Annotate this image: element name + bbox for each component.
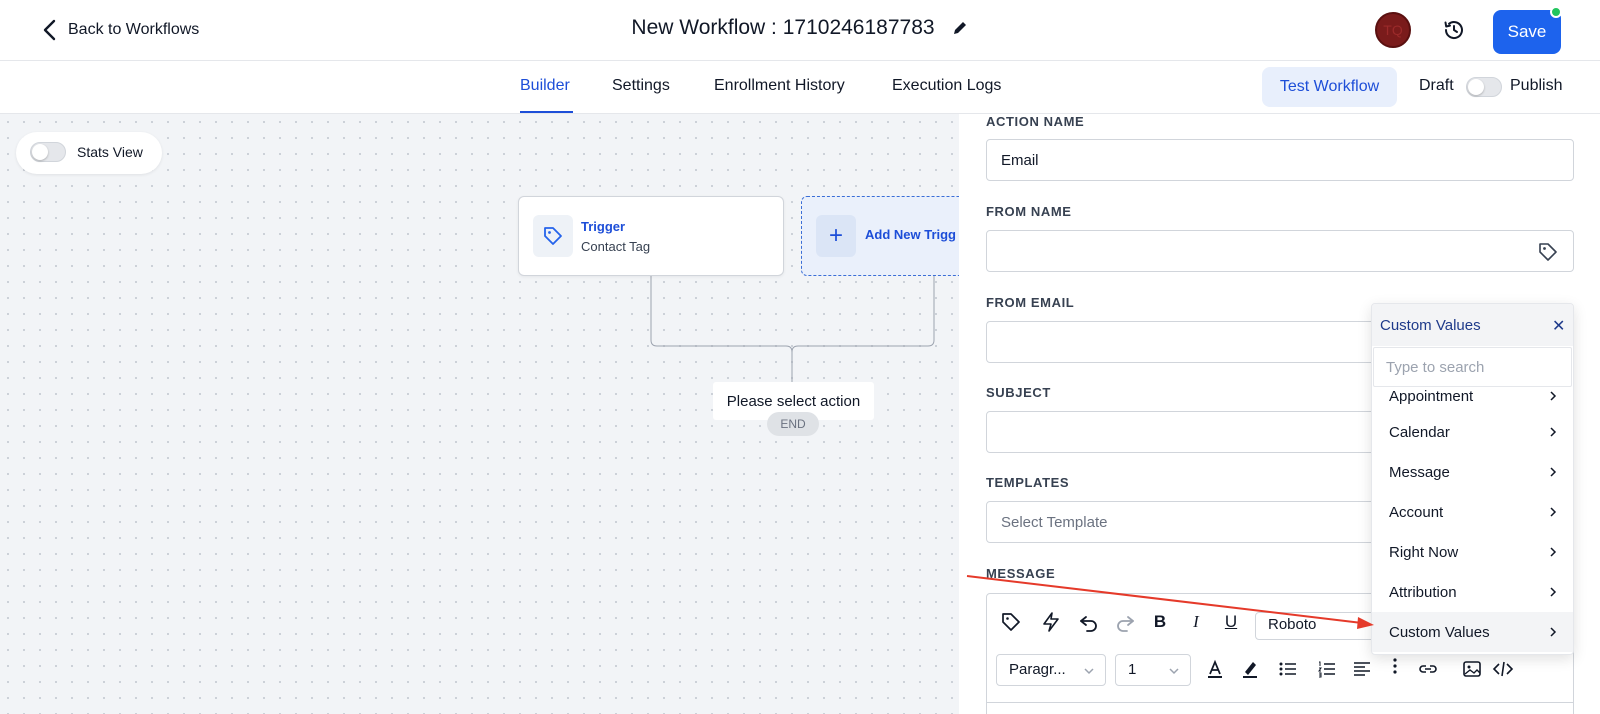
publish-toggle[interactable] [1466,77,1502,97]
history-clock-icon[interactable] [1442,18,1466,42]
avatar[interactable]: TQ [1375,12,1411,48]
tabs-bar: Builder Settings Enrollment History Exec… [0,61,1600,114]
templates-label: TEMPLATES [986,475,1070,490]
tab-settings[interactable]: Settings [612,77,670,95]
workflow-title: New Workflow : 1710246187783 [631,16,935,39]
bullet-list-icon[interactable] [1277,658,1299,680]
close-icon[interactable]: ✕ [1552,316,1565,336]
menu-item-label: Appointment [1389,387,1474,405]
subject-label: SUBJECT [986,385,1051,400]
pencil-icon[interactable] [951,19,969,37]
save-button[interactable]: Save [1493,10,1561,54]
chevron-right-icon [1550,427,1557,437]
workflow-title-area: New Workflow : 1710246187783 [0,16,1600,40]
chevron-right-icon [1550,507,1557,517]
chevron-right-icon [1550,547,1557,557]
from-name-label: FROM NAME [986,204,1072,219]
status-dot [1550,6,1562,18]
editor-divider [987,702,1573,703]
test-workflow-button[interactable]: Test Workflow [1262,67,1397,107]
align-left-icon[interactable] [1351,658,1373,680]
font-family-select[interactable]: Roboto [1255,612,1375,640]
back-to-workflows-link[interactable]: Back to Workflows [40,18,199,42]
add-new-trigger-label: Add New Trigg [865,227,956,242]
custom-values-item-right-now[interactable]: Right Now [1372,532,1573,572]
image-icon[interactable] [1461,658,1483,680]
lightning-icon[interactable] [1040,611,1062,633]
custom-values-item-attribution[interactable]: Attribution [1372,572,1573,612]
avatar-initials: TQ [1383,22,1403,38]
custom-values-item-custom-values[interactable]: Custom Values [1372,612,1573,652]
menu-item-label: Custom Values [1389,623,1490,641]
chevron-right-icon [1550,467,1557,477]
tag-icon [544,227,562,245]
chevron-right-icon [1550,627,1557,637]
back-label: Back to Workflows [68,21,200,38]
chevron-right-icon [1550,587,1557,597]
plus-icon: + [816,215,856,257]
action-name-input[interactable]: Email [986,139,1574,181]
tab-enrollment-history[interactable]: Enrollment History [714,77,845,95]
font-size-value: 1 [1128,661,1137,678]
workflow-canvas[interactable]: Stats View Trigger Contact Tag + Add New… [0,114,959,714]
tab-execution-logs[interactable]: Execution Logs [892,77,1001,95]
tag-icon[interactable] [1537,241,1559,263]
tab-builder[interactable]: Builder [520,77,570,95]
end-node: END [767,412,819,436]
trigger-icon-box [533,215,573,257]
tag-icon[interactable] [1000,611,1022,633]
menu-item-label: Right Now [1389,543,1459,561]
message-label: MESSAGE [986,566,1056,581]
text-color-icon[interactable] [1204,658,1226,680]
trigger-title: Trigger [581,219,626,234]
custom-values-item-message[interactable]: Message [1372,452,1573,492]
from-name-input[interactable] [986,230,1574,272]
code-icon[interactable] [1492,658,1514,680]
top-bar: Back to Workflows New Workflow : 1710246… [0,0,1600,61]
active-tab-indicator [520,111,573,113]
trigger-subtitle: Contact Tag [581,239,651,254]
action-name-label: ACTION NAME [986,114,1085,129]
chevron-down-icon [1169,668,1179,675]
link-icon[interactable] [1417,658,1439,680]
custom-values-item-calendar[interactable]: Calendar [1372,412,1573,452]
numbered-list-icon[interactable] [1316,658,1338,680]
font-size-select[interactable]: 1 [1115,654,1191,686]
chevron-down-icon [1084,668,1094,675]
custom-values-item-account[interactable]: Account [1372,492,1573,532]
paragraph-style-select[interactable]: Paragr... [996,654,1106,686]
more-vertical-icon[interactable] [1384,656,1406,678]
custom-values-title: Custom Values [1380,317,1481,334]
draft-label: Draft [1419,77,1454,94]
menu-item-label: Message [1389,463,1450,481]
custom-values-popup: Custom Values ✕ Type to search Appointme… [1371,303,1574,655]
menu-item-label: Account [1389,503,1444,521]
italic-icon[interactable]: I [1185,611,1207,633]
paragraph-style-value: Paragr... [1009,661,1066,678]
bold-icon[interactable]: B [1149,611,1171,633]
add-new-trigger-card[interactable]: + Add New Trigg [801,196,959,276]
underline-icon[interactable]: U [1220,611,1242,633]
undo-icon[interactable] [1078,611,1100,633]
publish-label: Publish [1510,77,1563,94]
menu-item-label: Attribution [1389,583,1457,601]
from-email-label: FROM EMAIL [986,295,1075,310]
highlight-icon[interactable] [1239,658,1261,680]
custom-values-header: Custom Values ✕ [1372,304,1573,346]
redo-icon[interactable] [1114,611,1136,633]
trigger-card[interactable]: Trigger Contact Tag [518,196,784,276]
chevron-right-icon [1550,391,1557,401]
menu-item-label: Calendar [1389,423,1450,441]
custom-values-search-input[interactable]: Type to search [1373,347,1572,387]
chevron-left-icon [43,19,56,41]
